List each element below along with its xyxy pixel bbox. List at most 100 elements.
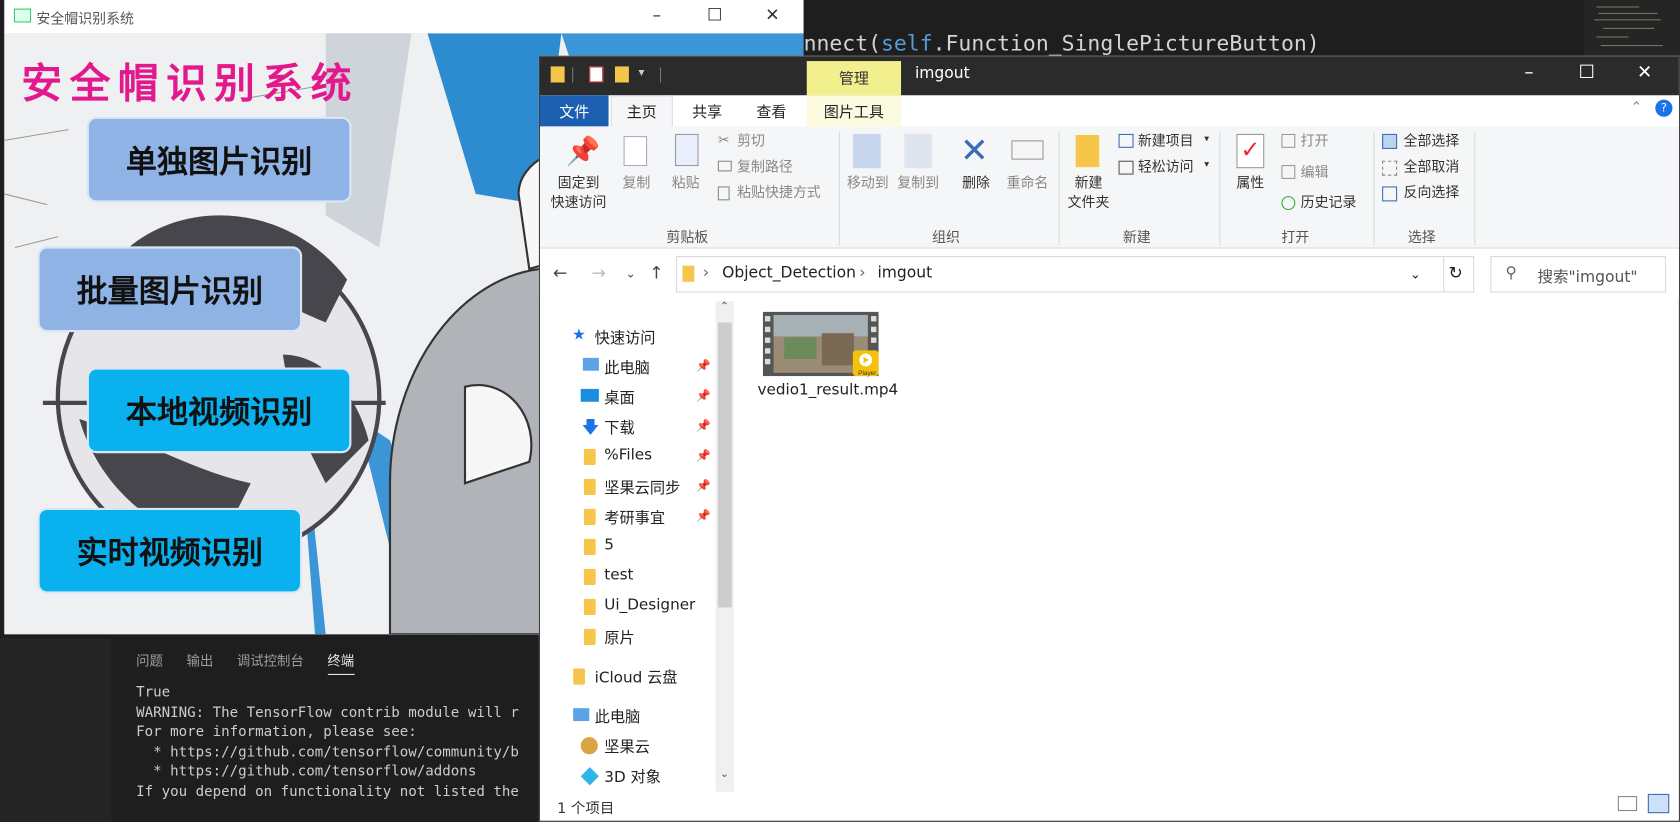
- history-button[interactable]: 历史记录: [1301, 194, 1357, 213]
- properties-button[interactable]: 属性: [1232, 175, 1268, 194]
- collapse-ribbon-icon[interactable]: ⌃: [1631, 100, 1643, 116]
- forward-arrow-icon[interactable]: →: [591, 262, 605, 282]
- pin-icon: 📌: [696, 418, 712, 433]
- select-none-button[interactable]: 全部取消: [1404, 159, 1460, 178]
- computer-icon: [582, 357, 599, 371]
- dropdown-arrow-icon[interactable]: ▾: [1204, 160, 1209, 171]
- select-none-icon: [1382, 160, 1398, 176]
- recent-locations-icon[interactable]: ⌄: [626, 267, 636, 281]
- close-icon[interactable]: ✕: [748, 4, 797, 24]
- dropdown-arrow-icon[interactable]: ▾: [1204, 134, 1209, 145]
- local-video-button[interactable]: 本地视频识别: [86, 367, 352, 454]
- folder-icon[interactable]: [550, 66, 565, 83]
- divider: [1373, 131, 1375, 246]
- scroll-up-icon[interactable]: ⌃: [720, 301, 729, 313]
- tab-view[interactable]: 查看: [741, 95, 801, 126]
- select-group-label: 选择: [1407, 230, 1436, 247]
- paste-shortcut-button[interactable]: 粘贴快捷方式: [737, 184, 821, 203]
- invert-selection-button[interactable]: 反向选择: [1404, 184, 1460, 203]
- tab-home[interactable]: 主页: [610, 95, 673, 127]
- pin-icon: 📌: [696, 388, 712, 403]
- refresh-icon[interactable]: ↻: [1449, 262, 1463, 282]
- copy-button[interactable]: 复制: [617, 175, 656, 194]
- minimize-icon[interactable]: –: [632, 4, 681, 24]
- back-arrow-icon[interactable]: ←: [553, 262, 567, 282]
- cut-button[interactable]: 剪切: [737, 133, 765, 152]
- pin-quick-access-button[interactable]: 固定到 快速访问: [546, 175, 610, 214]
- nav-files[interactable]: %Files: [604, 447, 652, 464]
- copy-path-button[interactable]: 复制路径: [737, 159, 793, 178]
- copy-icon: [623, 136, 648, 167]
- star-icon: ★: [572, 326, 586, 344]
- nav-jianguo-sync[interactable]: 坚果云同步: [604, 477, 680, 498]
- tab-output[interactable]: 输出: [186, 649, 213, 675]
- breadcrumb-separator-icon: ›: [702, 264, 710, 282]
- folder-icon: [583, 628, 596, 645]
- open-group-label: 打开: [1281, 230, 1310, 247]
- tab-file[interactable]: 文件: [539, 95, 609, 127]
- nav-folder-5[interactable]: 5: [604, 537, 614, 554]
- large-icons-view-icon[interactable]: [1647, 793, 1670, 814]
- nav-this-pc-pinned[interactable]: 此电脑: [604, 357, 650, 378]
- close-icon[interactable]: ✕: [1620, 62, 1669, 83]
- player-badge: Player: [858, 370, 877, 377]
- nav-originals[interactable]: 原片: [604, 627, 634, 648]
- nav-exam-matters[interactable]: 考研事宜: [604, 507, 665, 528]
- address-dropdown-icon[interactable]: ⌄: [1410, 267, 1421, 282]
- copy-to-button[interactable]: 复制到: [895, 175, 942, 194]
- rename-icon: [1011, 140, 1044, 160]
- explorer-window: ▾ 管理 imgout – ☐ ✕ 文件 主页 共享 查看 图片工具 ⌃ ? 📌…: [538, 55, 1680, 822]
- maximize-icon[interactable]: ☐: [1562, 62, 1611, 83]
- new-item-button[interactable]: 新建项目: [1138, 133, 1194, 152]
- batch-image-button[interactable]: 批量图片识别: [37, 246, 303, 333]
- help-icon[interactable]: ?: [1655, 99, 1673, 117]
- customize-dropdown-icon[interactable]: ▾: [639, 65, 645, 79]
- nav-ui-designer[interactable]: Ui_Designer: [604, 597, 695, 614]
- tab-debug-console[interactable]: 调试控制台: [237, 649, 304, 675]
- nav-test[interactable]: test: [604, 567, 633, 584]
- maximize-icon[interactable]: ☐: [690, 4, 739, 24]
- nav-quick-access[interactable]: 快速访问: [595, 327, 656, 348]
- single-image-button[interactable]: 单独图片识别: [86, 116, 352, 203]
- minimize-icon[interactable]: –: [1504, 62, 1553, 83]
- nav-desktop[interactable]: 桌面: [604, 387, 634, 408]
- edit-button[interactable]: 编辑: [1301, 164, 1329, 183]
- delete-button[interactable]: 删除: [958, 175, 994, 194]
- nav-3d-objects[interactable]: 3D 对象: [604, 766, 661, 787]
- nav-downloads[interactable]: 下载: [604, 417, 634, 438]
- tab-problems[interactable]: 问题: [136, 649, 163, 675]
- tab-terminal[interactable]: 终端: [327, 649, 355, 675]
- divider: [572, 67, 574, 83]
- select-all-button[interactable]: 全部选择: [1404, 133, 1460, 152]
- tab-manage[interactable]: 管理: [806, 61, 902, 96]
- nav-this-pc[interactable]: 此电脑: [595, 706, 641, 727]
- easy-access-button[interactable]: 轻松访问: [1138, 159, 1194, 178]
- tab-share[interactable]: 共享: [677, 95, 737, 126]
- details-view-icon[interactable]: [1617, 796, 1638, 812]
- nav-icloud[interactable]: iCloud 云盘: [595, 666, 678, 687]
- new-folder-button[interactable]: 新建 文件夹: [1063, 175, 1114, 214]
- terminal-output[interactable]: True WARNING: The TensorFlow contrib modu…: [136, 684, 519, 804]
- minimap[interactable]: [1583, 0, 1680, 56]
- properties-icon[interactable]: [589, 66, 604, 83]
- video-file-item[interactable]: Player: [762, 311, 883, 385]
- pin-icon: 📌: [696, 358, 712, 373]
- rename-button[interactable]: 重命名: [1003, 175, 1052, 194]
- move-to-button[interactable]: 移动到: [844, 175, 891, 194]
- nav-scroll-thumb[interactable]: [717, 322, 732, 608]
- divider: [838, 131, 840, 246]
- up-arrow-icon[interactable]: ↑: [649, 262, 663, 282]
- breadcrumb-imgout[interactable]: imgout: [877, 265, 932, 282]
- new-folder-icon[interactable]: [614, 66, 629, 83]
- realtime-video-button[interactable]: 实时视频识别: [37, 507, 303, 594]
- open-button[interactable]: 打开: [1301, 133, 1329, 152]
- nav-jianguoyun[interactable]: 坚果云: [604, 736, 650, 757]
- open-icon: [1281, 133, 1296, 148]
- divider: [1058, 131, 1060, 246]
- tab-picture-tools[interactable]: 图片工具: [806, 95, 902, 127]
- paste-button[interactable]: 粘贴: [666, 175, 705, 194]
- pin-icon: 📌: [696, 508, 712, 523]
- breadcrumb-object-detection[interactable]: Object_Detection: [722, 265, 856, 282]
- scroll-down-icon[interactable]: ⌄: [720, 768, 729, 780]
- file-name[interactable]: vedio1_result.mp4: [757, 380, 898, 400]
